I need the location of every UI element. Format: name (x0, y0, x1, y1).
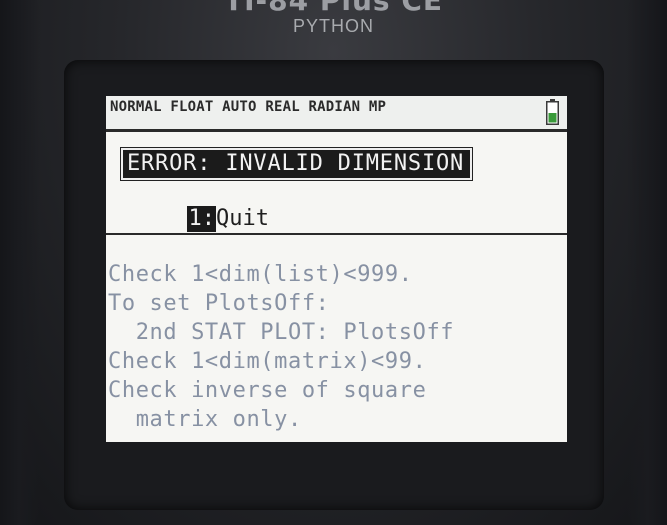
help-text: Check 1<dim(list)<999. To set PlotsOff: … (108, 260, 454, 434)
battery-icon (546, 99, 559, 125)
status-bar: NORMAL FLOAT AUTO REAL RADIAN MP (106, 96, 567, 132)
menu-item-quit[interactable]: 1:Quit (108, 180, 269, 232)
menu-item-label: Quit (215, 206, 269, 231)
divider (106, 233, 567, 235)
help-line: To set PlotsOff: (108, 291, 330, 316)
help-line: Check inverse of square (108, 378, 427, 403)
mode-status-text: NORMAL FLOAT AUTO REAL RADIAN MP (110, 99, 387, 115)
edition-label: PYTHON (292, 16, 374, 36)
model-label: TI-84 Plus CE (224, 0, 443, 17)
menu-item-number: 1: (187, 206, 216, 232)
help-line: Check 1<dim(matrix)<99. (108, 349, 427, 374)
calculator-screen: NORMAL FLOAT AUTO REAL RADIAN MP ERROR: … (106, 96, 567, 442)
help-line: 2nd STAT PLOT: PlotsOff (108, 320, 455, 345)
help-line: Check 1<dim(list)<999. (108, 262, 413, 287)
calculator-body: TI-84 Plus CE PYTHON NORMAL FLOAT AUTO R… (0, 0, 667, 525)
error-title: ERROR: INVALID DIMENSION (119, 147, 474, 181)
help-line: matrix only. (108, 407, 302, 432)
